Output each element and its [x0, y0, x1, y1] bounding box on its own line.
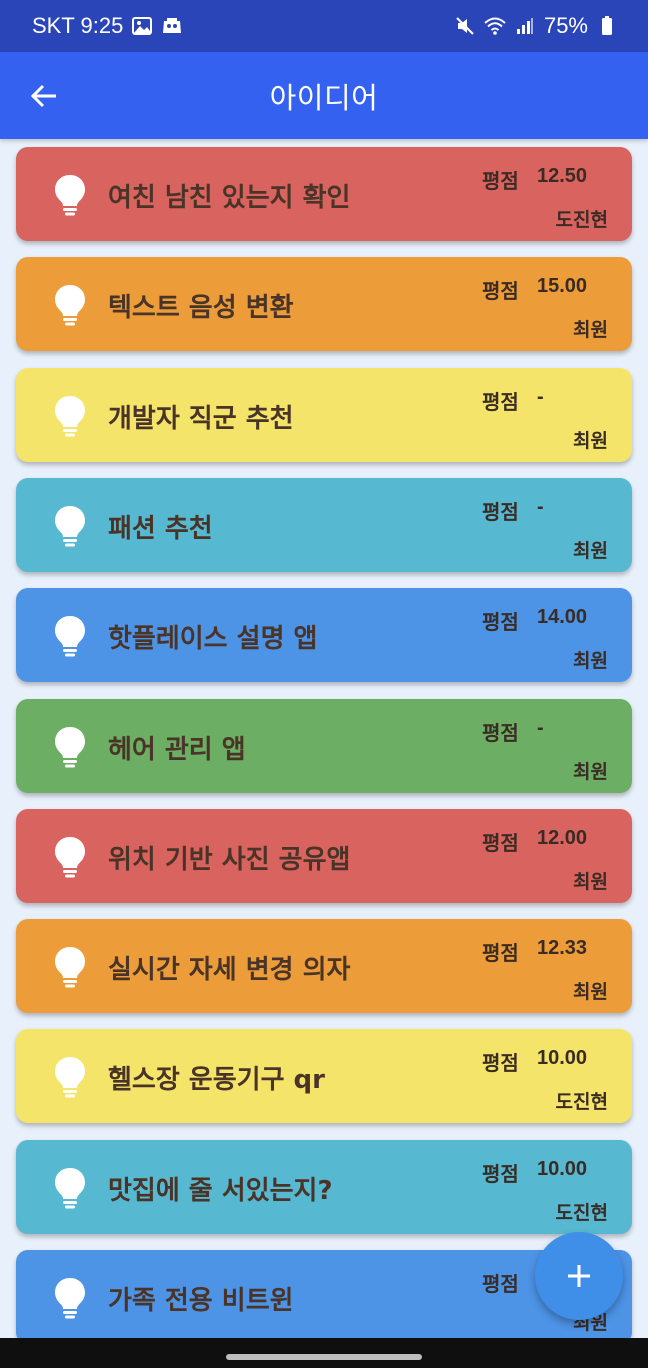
author-name: 도진현 — [555, 209, 608, 231]
home-gesture-handle[interactable] — [226, 1354, 422, 1360]
page-title: 아이디어 — [269, 80, 379, 115]
idea-card[interactable]: 텍스트 음성 변환 평점 15.00 최원 — [16, 257, 632, 352]
lightbulb-icon — [52, 835, 88, 879]
plus-icon — [568, 1265, 590, 1287]
wifi-icon — [484, 15, 506, 37]
idea-card[interactable]: 핫플레이스 설명 앱 평점 14.00 최원 — [16, 588, 632, 683]
lightbulb-icon — [52, 173, 88, 217]
idea-title: 핫플레이스 설명 앱 — [108, 624, 318, 655]
idea-card[interactable]: 헤어 관리 앱 평점 - 최원 — [16, 698, 632, 793]
rating-label: 평점 — [482, 941, 519, 966]
rating-value: 10.00 — [537, 1157, 588, 1180]
system-nav-bar — [0, 1338, 648, 1368]
gallery-icon — [131, 15, 153, 37]
author-name: 도진현 — [555, 1091, 608, 1114]
rating-value: - — [537, 495, 544, 518]
rating-label: 평점 — [482, 499, 519, 524]
rating-label: 평점 — [482, 389, 519, 414]
app-bar: 아이디어 — [0, 52, 648, 139]
mute-icon — [454, 15, 476, 37]
idea-title: 실시간 자세 변경 의자 — [108, 955, 351, 986]
idea-card[interactable]: 실시간 자세 변경 의자 평점 12.33 최원 — [16, 919, 632, 1014]
lightbulb-icon — [52, 283, 88, 327]
rating-label: 평점 — [482, 169, 519, 193]
idea-card[interactable]: 맛집에 줄 서있는지? 평점 10.00 도진현 — [16, 1139, 632, 1234]
idea-card[interactable]: 위치 기반 사진 공유앱 평점 12.00 최원 — [16, 808, 632, 903]
rating-label: 평점 — [482, 610, 519, 635]
idea-list[interactable]: 여친 남친 있는지 확인 평점 12.50 도진현 텍스트 음성 변환 평점 15.00 최원… — [0, 139, 648, 1338]
notification-icon — [161, 15, 183, 37]
rating-label: 평점 — [482, 1272, 519, 1296]
author-name: 최원 — [573, 539, 608, 562]
author-name: 최원 — [573, 429, 608, 452]
lightbulb-icon — [52, 394, 88, 438]
idea-title: 위치 기반 사진 공유앱 — [108, 844, 351, 875]
back-button[interactable] — [22, 74, 66, 118]
idea-card[interactable]: 여친 남친 있는지 확인 평점 12.50 도진현 — [16, 147, 632, 241]
lightbulb-icon — [52, 1166, 88, 1210]
idea-card[interactable]: 패션 추천 평점 - 최원 — [16, 477, 632, 572]
rating-value: 12.50 — [537, 165, 588, 187]
rating-value: - — [537, 385, 544, 408]
rating-value: 12.00 — [537, 826, 588, 849]
arrow-left-icon — [30, 84, 56, 108]
author-name: 최원 — [573, 650, 608, 673]
rating-value: 14.00 — [537, 606, 588, 629]
rating-value: 10.00 — [537, 1047, 588, 1070]
carrier-time: SKT 9:25 — [32, 13, 124, 38]
idea-title: 텍스트 음성 변환 — [108, 293, 294, 324]
idea-card[interactable]: 헬스장 운동기구 qr 평점 10.00 도진현 — [16, 1029, 632, 1124]
rating-label: 평점 — [482, 1051, 519, 1076]
lightbulb-icon — [52, 945, 88, 989]
lightbulb-icon — [52, 1276, 88, 1320]
idea-title: 헬스장 운동기구 qr — [108, 1065, 325, 1096]
rating-label: 평점 — [482, 720, 519, 745]
rating-label: 평점 — [482, 830, 519, 855]
rating-value: 12.33 — [537, 937, 588, 960]
idea-title: 헤어 관리 앱 — [108, 734, 246, 765]
idea-title: 맛집에 줄 서있는지? — [108, 1175, 333, 1206]
rating-value: - — [537, 716, 544, 739]
rating-label: 평점 — [482, 1161, 519, 1186]
lightbulb-icon — [52, 1055, 88, 1099]
lightbulb-icon — [52, 504, 88, 548]
lightbulb-icon — [52, 614, 88, 658]
rating-value: 15.00 — [537, 275, 588, 298]
author-name: 최원 — [573, 981, 608, 1004]
rating-label: 평점 — [482, 279, 519, 304]
idea-card[interactable]: 개발자 직군 추천 평점 - 최원 — [16, 367, 632, 462]
author-name: 최원 — [573, 870, 608, 893]
add-idea-button[interactable] — [535, 1232, 623, 1320]
lightbulb-icon — [52, 725, 88, 769]
signal-icon — [514, 15, 536, 37]
idea-title: 여친 남친 있는지 확인 — [108, 183, 351, 213]
battery-level: 75% — [543, 13, 588, 38]
author-name: 도진현 — [555, 1201, 608, 1224]
status-bar: SKT 9:25 75% — [0, 0, 648, 52]
idea-title: 가족 전용 비트윈 — [108, 1286, 294, 1316]
idea-title: 패션 추천 — [108, 513, 213, 544]
author-name: 최원 — [573, 319, 608, 342]
author-name: 최원 — [573, 760, 608, 783]
idea-title: 개발자 직군 추천 — [108, 403, 294, 434]
battery-icon — [596, 15, 618, 37]
